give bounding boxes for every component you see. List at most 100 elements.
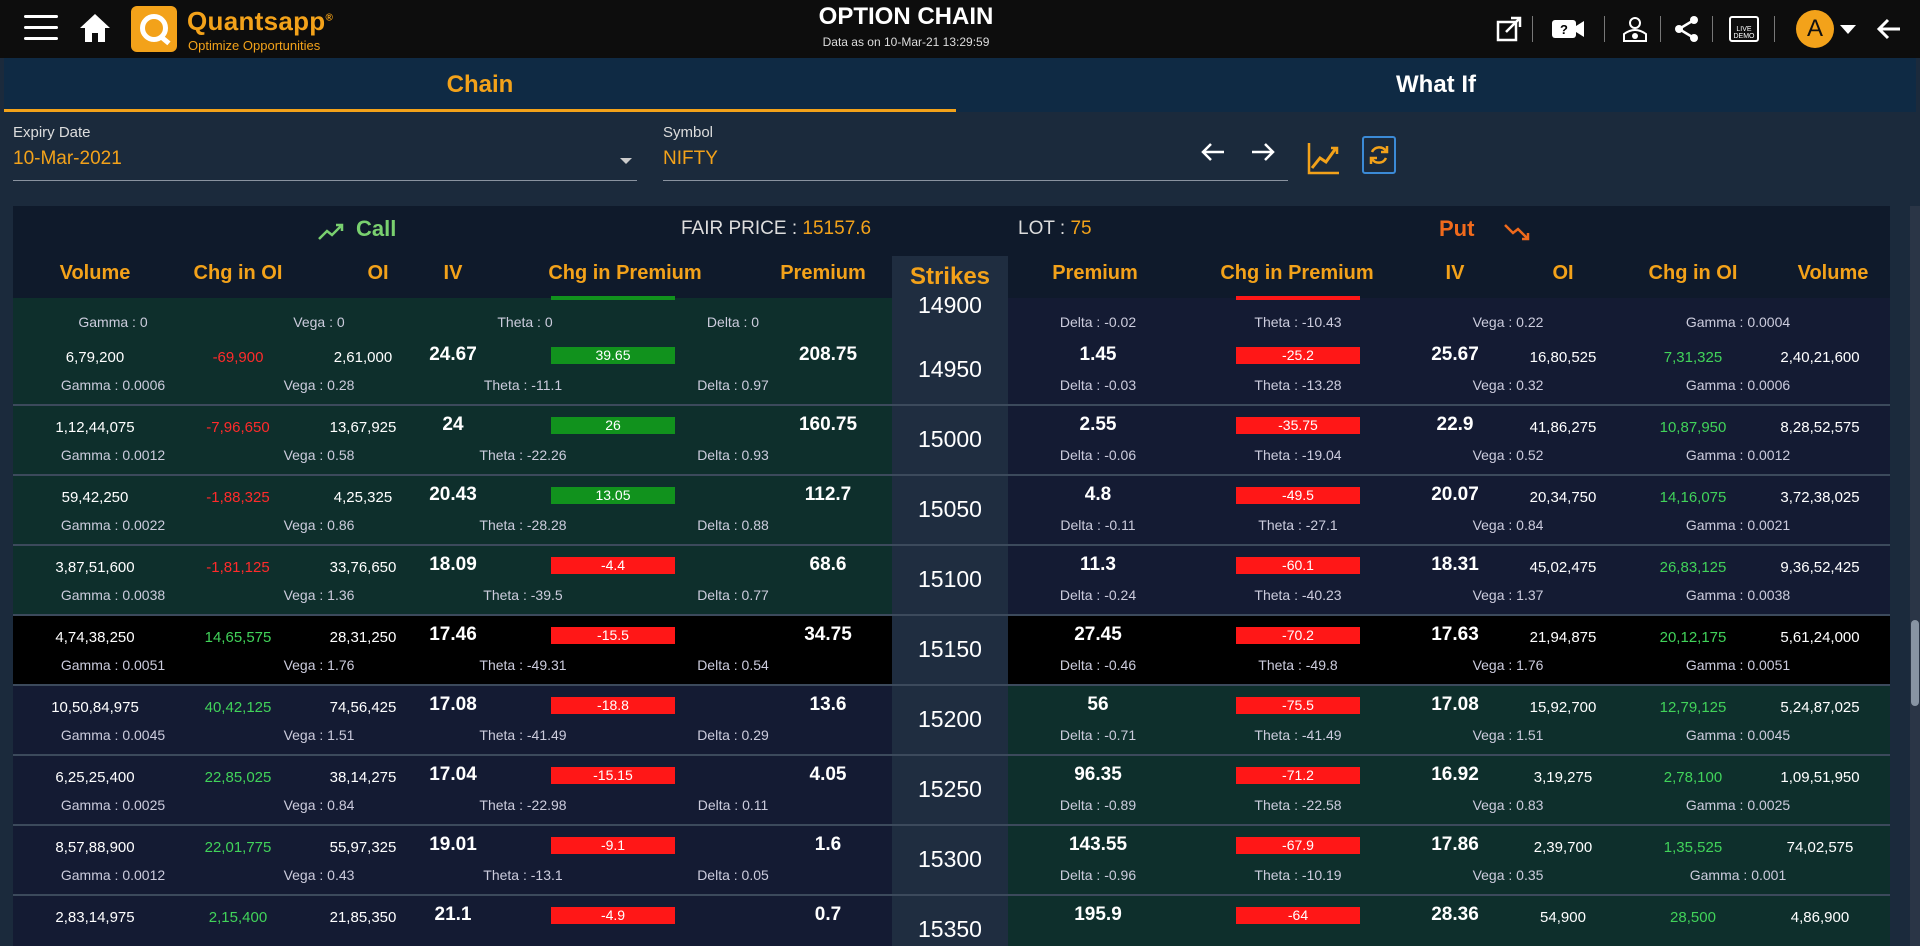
- put-cell: 11.3 -60.1 18.31 45,02,475 26,83,125 9,3…: [1008, 546, 1890, 614]
- scrollbar-track[interactable]: [1910, 206, 1920, 946]
- tab-chain[interactable]: Chain: [4, 58, 956, 112]
- call-theta: Theta : -39.5: [483, 587, 563, 603]
- table-row[interactable]: 6,25,25,400 22,85,025 38,14,275 17.04 -1…: [13, 756, 1890, 826]
- put-oi: 45,02,475: [1529, 559, 1597, 576]
- table-row[interactable]: 10,50,84,975 40,42,125 74,56,425 17.08 -…: [13, 686, 1890, 756]
- col-put-iv[interactable]: IV: [1415, 262, 1495, 285]
- put-oi: 41,86,275: [1529, 419, 1597, 436]
- strike-price: 15100: [918, 566, 982, 592]
- col-call-volume[interactable]: Volume: [25, 262, 165, 285]
- put-delta: Delta : -0.96: [1059, 867, 1137, 883]
- expiry-date-select[interactable]: 10-Mar-2021: [13, 148, 122, 170]
- call-cell: 1,12,44,075 -7,96,650 13,67,925 24 26 16…: [13, 406, 892, 474]
- put-iv: 25.67: [1431, 344, 1479, 365]
- col-put-chg-premium[interactable]: Chg in Premium: [1197, 262, 1397, 285]
- col-call-chg-oi[interactable]: Chg in OI: [173, 262, 303, 285]
- call-oi: 21,85,350: [329, 909, 397, 926]
- put-cell: 143.55 -67.9 17.86 2,39,700 1,35,525 74,…: [1008, 826, 1890, 894]
- table-row[interactable]: 4,74,38,250 14,65,575 28,31,250 17.46 -1…: [13, 616, 1890, 686]
- arrow-right-icon[interactable]: [1248, 140, 1278, 164]
- symbol-input[interactable]: NIFTY: [663, 148, 718, 170]
- put-iv: 16.92: [1431, 764, 1479, 785]
- strike-price: 15300: [918, 846, 982, 872]
- table-row[interactable]: 2,83,14,975 2,15,400 21,85,350 21.1 -4.9…: [13, 896, 1890, 946]
- call-oi: 4,25,325: [333, 489, 393, 506]
- put-premium: 4.8: [1084, 484, 1112, 505]
- call-vega: Vega : 0: [293, 314, 345, 330]
- call-chg-oi: 2,15,400: [208, 909, 268, 926]
- chevron-down-icon[interactable]: [1840, 25, 1856, 34]
- live-demo-icon[interactable]: LIVE DEMO: [1728, 14, 1760, 44]
- put-cell: 56 -75.5 17.08 15,92,700 12,79,125 5,24,…: [1008, 686, 1890, 754]
- table-row[interactable]: 3,87,51,600 -1,81,125 33,76,650 18.09 -4…: [13, 546, 1890, 616]
- put-vega: Vega : 1.51: [1472, 727, 1544, 743]
- col-put-oi[interactable]: OI: [1498, 262, 1628, 285]
- chart-icon[interactable]: [1306, 140, 1342, 176]
- put-iv: 17.08: [1431, 694, 1479, 715]
- call-iv: 19.01: [429, 834, 477, 855]
- call-theta: Theta : -28.28: [479, 517, 567, 533]
- call-oi: 2,61,000: [333, 349, 393, 366]
- users-icon[interactable]: [1620, 14, 1650, 44]
- call-cell: 59,42,250 -1,88,325 4,25,325 20.43 13.05…: [13, 476, 892, 544]
- strike-cell: 14950: [892, 336, 1008, 404]
- refresh-button[interactable]: [1362, 136, 1396, 174]
- put-volume: 9,36,52,425: [1780, 559, 1860, 576]
- strike-price: 15200: [918, 706, 982, 732]
- share-icon[interactable]: [1672, 14, 1702, 44]
- col-put-chg-oi[interactable]: Chg in OI: [1618, 262, 1768, 285]
- put-iv: 17.63: [1431, 624, 1479, 645]
- put-iv: 22.9: [1436, 414, 1474, 435]
- call-chg-oi: 40,42,125: [204, 699, 272, 716]
- put-cell: Delta : -0.02 Theta : -10.43 Vega : 0.22…: [1008, 296, 1890, 336]
- table-row[interactable]: 6,79,200 -69,900 2,61,000 24.67 39.65 20…: [13, 336, 1890, 406]
- put-gamma: Gamma : 0.0004: [1685, 314, 1791, 330]
- call-delta: Delta : 0.88: [697, 517, 769, 533]
- user-avatar[interactable]: A: [1796, 10, 1834, 48]
- col-call-chg-premium[interactable]: Chg in Premium: [525, 262, 725, 285]
- call-iv: 20.43: [429, 484, 477, 505]
- data-timestamp: Data as on 10-Mar-21 13:29:59: [822, 35, 990, 49]
- put-delta: Delta : -0.24: [1059, 587, 1137, 603]
- chevron-down-icon[interactable]: [620, 158, 632, 164]
- call-iv: 17.04: [429, 764, 477, 785]
- call-gamma: Gamma : 0.0025: [60, 797, 166, 813]
- video-icon[interactable]: ?: [1550, 14, 1586, 44]
- call-gamma: Gamma : 0.0038: [60, 587, 166, 603]
- call-cell: 3,87,51,600 -1,81,125 33,76,650 18.09 -4…: [13, 546, 892, 614]
- put-chg-premium: -25.2: [1236, 347, 1360, 364]
- put-volume: 2,40,21,600: [1780, 349, 1860, 366]
- table-row[interactable]: 59,42,250 -1,88,325 4,25,325 20.43 13.05…: [13, 476, 1890, 546]
- put-volume: 4,86,900: [1790, 909, 1850, 926]
- put-chg-oi: 10,87,950: [1659, 419, 1727, 436]
- put-chg-premium: -60.1: [1236, 557, 1360, 574]
- tab-what-if[interactable]: What If: [956, 58, 1916, 112]
- put-chg-oi: 26,83,125: [1659, 559, 1727, 576]
- back-arrow-icon[interactable]: [1874, 14, 1904, 44]
- col-put-premium[interactable]: Premium: [1025, 262, 1165, 285]
- call-gamma: Gamma : 0.0051: [60, 657, 166, 673]
- put-premium: 11.3: [1080, 554, 1116, 575]
- call-chg-oi: -69,900: [212, 349, 264, 366]
- arrow-left-icon[interactable]: [1198, 140, 1228, 164]
- strike-cell: 15000: [892, 406, 1008, 474]
- table-row[interactable]: 8,57,88,900 22,01,775 55,97,325 19.01 -9…: [13, 826, 1890, 896]
- table-row[interactable]: 1,12,44,075 -7,96,650 13,67,925 24 26 16…: [13, 406, 1890, 476]
- put-iv: 17.86: [1431, 834, 1479, 855]
- put-chg-oi: 2,78,100: [1663, 769, 1723, 786]
- call-theta: Theta : 0: [497, 314, 553, 330]
- strike-price: 15250: [918, 776, 982, 802]
- table-row-partial[interactable]: Gamma : 0 Vega : 0 Theta : 0 Delta : 0 1…: [13, 292, 1890, 336]
- call-chg-premium: -15.5: [551, 627, 675, 644]
- put-chg-oi: 1,35,525: [1663, 839, 1723, 856]
- popout-icon[interactable]: [1494, 14, 1524, 44]
- col-put-volume[interactable]: Volume: [1768, 262, 1890, 285]
- put-volume: 1,09,51,950: [1780, 769, 1860, 786]
- col-call-premium[interactable]: Premium: [753, 262, 893, 285]
- col-call-iv[interactable]: IV: [413, 262, 493, 285]
- strike-cell: 15150: [892, 616, 1008, 684]
- call-volume: 59,42,250: [61, 489, 129, 506]
- scrollbar-thumb[interactable]: [1911, 620, 1919, 706]
- lot-size: LOT : 75: [1018, 218, 1092, 239]
- strike-cell: 15300: [892, 826, 1008, 894]
